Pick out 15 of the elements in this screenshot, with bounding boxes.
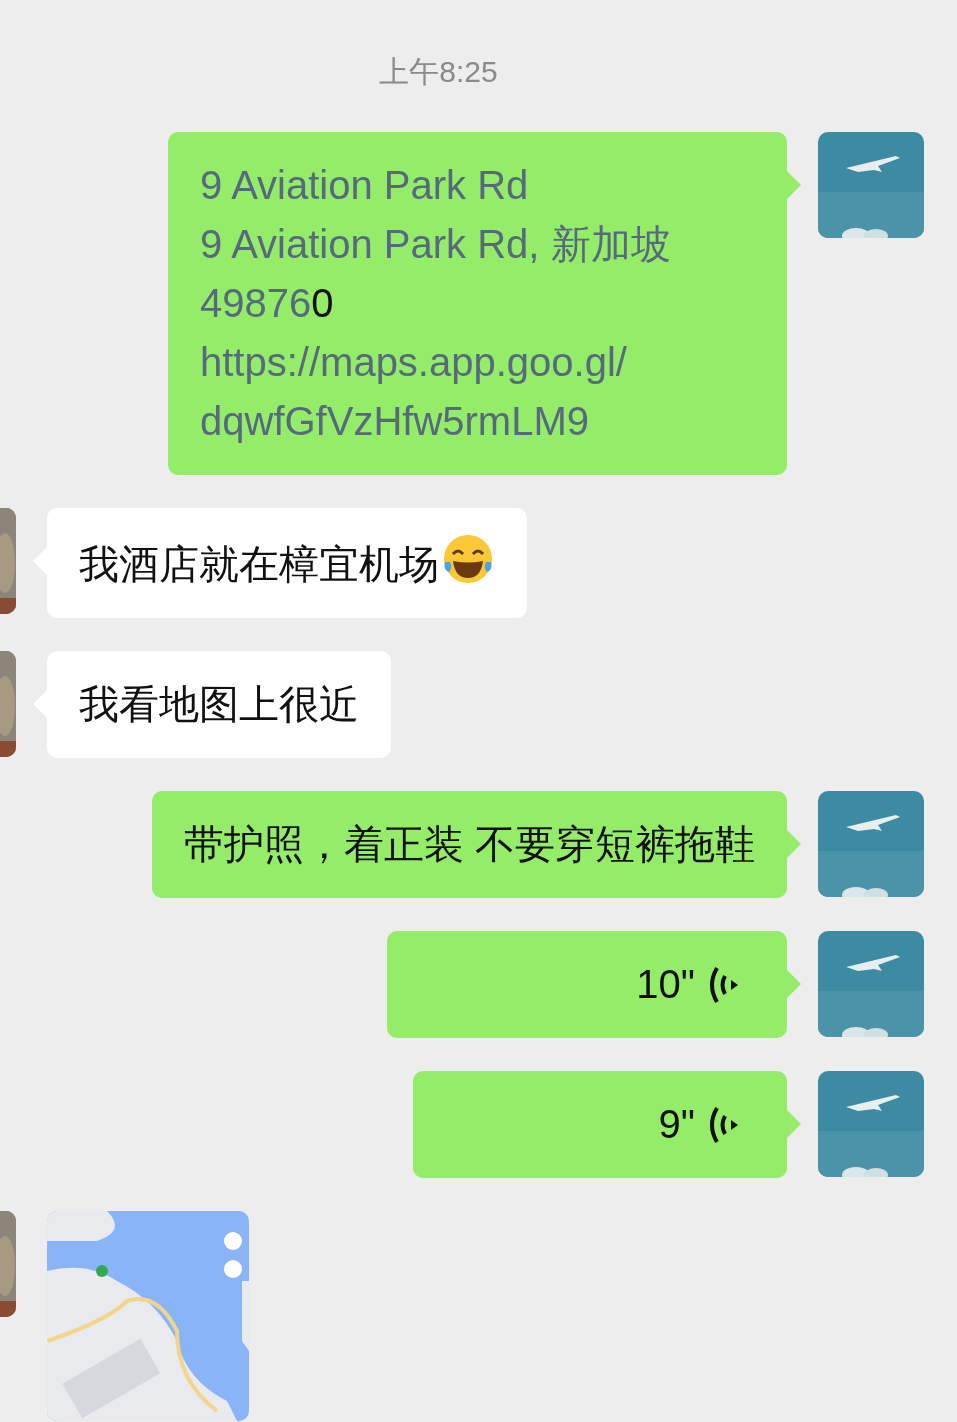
message-bubble: 带护照，着正装 不要穿短裤拖鞋 — [151, 791, 787, 898]
bubble-tail — [787, 1110, 801, 1138]
bubble-tail — [787, 830, 801, 858]
message-bubble: 我看地图上很近 — [47, 651, 391, 758]
bubble-tail — [787, 171, 801, 199]
message-text: 我酒店就在樟宜机场 — [79, 542, 439, 586]
voice-duration: 10" — [636, 961, 695, 1008]
voice-icon — [709, 964, 739, 1005]
voice-icon — [709, 1104, 739, 1145]
timestamp: 上午8:25 — [378, 54, 499, 90]
voice-duration: 9" — [658, 1101, 695, 1148]
voice-message[interactable]: 10" — [387, 931, 787, 1038]
voice-message[interactable]: 9" — [413, 1071, 787, 1178]
message-bubble: 9 Aviation Park Rd 9 Aviation Park Rd, 新加坡 498760 https://maps.app.goo.gl/ dqwfGfVzHfw5rmLM9 — [168, 132, 787, 475]
bubble-tail — [787, 970, 801, 998]
